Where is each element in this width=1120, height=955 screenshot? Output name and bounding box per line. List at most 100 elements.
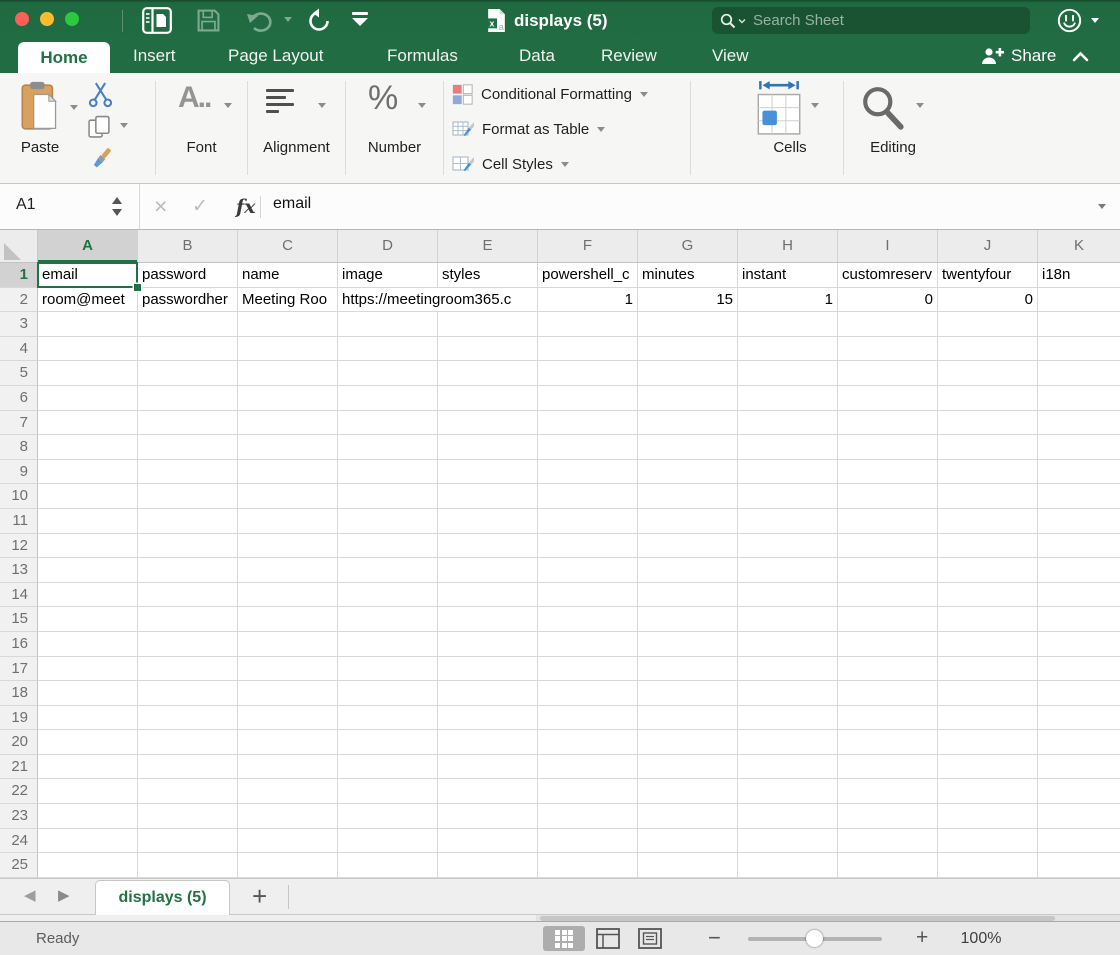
row-header-25[interactable]: 25 bbox=[0, 853, 38, 878]
cell-A22[interactable] bbox=[38, 779, 138, 804]
cell-D2[interactable]: https://meetingroom365.c bbox=[338, 288, 438, 313]
cell-F12[interactable] bbox=[538, 534, 638, 559]
cell-I4[interactable] bbox=[838, 337, 938, 362]
cell-E17[interactable] bbox=[438, 657, 538, 682]
cell-B8[interactable] bbox=[138, 435, 238, 460]
alignment-group[interactable]: Alignment bbox=[248, 73, 345, 183]
cell-I6[interactable] bbox=[838, 386, 938, 411]
cell-B21[interactable] bbox=[138, 755, 238, 780]
cell-G24[interactable] bbox=[638, 829, 738, 854]
cell-B1[interactable]: password bbox=[138, 263, 238, 288]
cell-H24[interactable] bbox=[738, 829, 838, 854]
row-header-24[interactable]: 24 bbox=[0, 829, 38, 854]
cell-D9[interactable] bbox=[338, 460, 438, 485]
cell-F13[interactable] bbox=[538, 558, 638, 583]
cell-D21[interactable] bbox=[338, 755, 438, 780]
cell-E14[interactable] bbox=[438, 583, 538, 608]
cell-B23[interactable] bbox=[138, 804, 238, 829]
cell-B24[interactable] bbox=[138, 829, 238, 854]
cell-D10[interactable] bbox=[338, 484, 438, 509]
cell-K1[interactable]: i18n bbox=[1038, 263, 1120, 288]
row-header-20[interactable]: 20 bbox=[0, 730, 38, 755]
cell-I1[interactable]: customreserv bbox=[838, 263, 938, 288]
cell-D22[interactable] bbox=[338, 779, 438, 804]
cell-A20[interactable] bbox=[38, 730, 138, 755]
cell-G7[interactable] bbox=[638, 411, 738, 436]
cell-G22[interactable] bbox=[638, 779, 738, 804]
name-box[interactable]: A1 bbox=[0, 184, 140, 229]
cell-J11[interactable] bbox=[938, 509, 1038, 534]
cell-C21[interactable] bbox=[238, 755, 338, 780]
cell-B20[interactable] bbox=[138, 730, 238, 755]
column-header-H[interactable]: H bbox=[738, 230, 838, 262]
cell-K19[interactable] bbox=[1038, 706, 1120, 731]
row-header-5[interactable]: 5 bbox=[0, 361, 38, 386]
tab-data[interactable]: Data bbox=[519, 46, 555, 66]
cell-C4[interactable] bbox=[238, 337, 338, 362]
cell-E11[interactable] bbox=[438, 509, 538, 534]
column-header-B[interactable]: B bbox=[138, 230, 238, 262]
cell-K3[interactable] bbox=[1038, 312, 1120, 337]
cell-K15[interactable] bbox=[1038, 607, 1120, 632]
row-header-3[interactable]: 3 bbox=[0, 312, 38, 337]
cell-H11[interactable] bbox=[738, 509, 838, 534]
format-as-table-button[interactable]: Format as Table bbox=[452, 117, 605, 141]
search-sheet-input[interactable]: Search Sheet bbox=[712, 7, 1030, 34]
cell-A23[interactable] bbox=[38, 804, 138, 829]
cell-H16[interactable] bbox=[738, 632, 838, 657]
cell-K23[interactable] bbox=[1038, 804, 1120, 829]
tab-page-layout[interactable]: Page Layout bbox=[228, 46, 323, 66]
cell-H25[interactable] bbox=[738, 853, 838, 878]
cell-D13[interactable] bbox=[338, 558, 438, 583]
cell-B17[interactable] bbox=[138, 657, 238, 682]
tab-insert[interactable]: Insert bbox=[133, 46, 176, 66]
sheet-tab-displays[interactable]: displays (5) bbox=[95, 880, 230, 915]
cell-F17[interactable] bbox=[538, 657, 638, 682]
cell-I9[interactable] bbox=[838, 460, 938, 485]
cell-D16[interactable] bbox=[338, 632, 438, 657]
number-dropdown-icon[interactable] bbox=[418, 103, 426, 108]
cell-G5[interactable] bbox=[638, 361, 738, 386]
undo-icon[interactable] bbox=[246, 9, 274, 36]
cell-E15[interactable] bbox=[438, 607, 538, 632]
cell-B4[interactable] bbox=[138, 337, 238, 362]
paste-button[interactable] bbox=[20, 81, 62, 138]
cell-A1[interactable]: email bbox=[38, 263, 138, 288]
cell-A8[interactable] bbox=[38, 435, 138, 460]
cells-dropdown-icon[interactable] bbox=[811, 103, 819, 108]
cell-I11[interactable] bbox=[838, 509, 938, 534]
font-group[interactable]: A.. Font bbox=[156, 73, 247, 183]
cell-H18[interactable] bbox=[738, 681, 838, 706]
column-header-F[interactable]: F bbox=[538, 230, 638, 262]
cell-H3[interactable] bbox=[738, 312, 838, 337]
cell-J20[interactable] bbox=[938, 730, 1038, 755]
feedback-dropdown-icon[interactable] bbox=[1091, 18, 1099, 23]
zoom-percentage[interactable]: 100% bbox=[950, 930, 1012, 948]
cell-I19[interactable] bbox=[838, 706, 938, 731]
cell-E21[interactable] bbox=[438, 755, 538, 780]
cell-E24[interactable] bbox=[438, 829, 538, 854]
cell-F6[interactable] bbox=[538, 386, 638, 411]
cell-K12[interactable] bbox=[1038, 534, 1120, 559]
cell-D5[interactable] bbox=[338, 361, 438, 386]
page-layout-view-icon[interactable] bbox=[596, 928, 620, 952]
cut-icon[interactable] bbox=[88, 81, 113, 111]
feedback-control[interactable] bbox=[1056, 7, 1099, 34]
cell-K20[interactable] bbox=[1038, 730, 1120, 755]
cell-A10[interactable] bbox=[38, 484, 138, 509]
column-header-I[interactable]: I bbox=[838, 230, 938, 262]
cell-D6[interactable] bbox=[338, 386, 438, 411]
cell-D14[interactable] bbox=[338, 583, 438, 608]
cell-F1[interactable]: powershell_c bbox=[538, 263, 638, 288]
zoom-out-button[interactable]: − bbox=[702, 924, 727, 952]
cell-H17[interactable] bbox=[738, 657, 838, 682]
column-header-E[interactable]: E bbox=[438, 230, 538, 262]
cell-G25[interactable] bbox=[638, 853, 738, 878]
cell-F5[interactable] bbox=[538, 361, 638, 386]
cell-I18[interactable] bbox=[838, 681, 938, 706]
cell-B19[interactable] bbox=[138, 706, 238, 731]
cell-J2[interactable]: 0 bbox=[938, 288, 1038, 313]
row-header-8[interactable]: 8 bbox=[0, 435, 38, 460]
cell-K21[interactable] bbox=[1038, 755, 1120, 780]
cell-J21[interactable] bbox=[938, 755, 1038, 780]
